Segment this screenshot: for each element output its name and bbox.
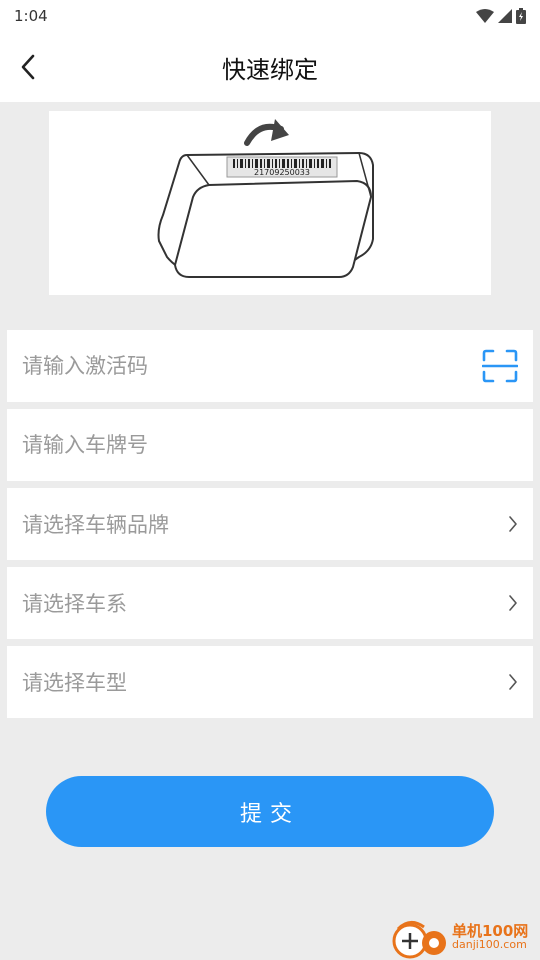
wifi-icon — [476, 9, 494, 23]
obd-device-image: 21709250033 — [157, 119, 374, 278]
status-icons — [476, 8, 526, 24]
scan-frame-icon — [482, 349, 518, 383]
series-select-row[interactable]: 请选择车系 — [7, 567, 533, 639]
brand-select-row[interactable]: 请选择车辆品牌 — [7, 488, 533, 560]
page-title: 快速绑定 — [222, 55, 318, 84]
signal-icon — [498, 9, 512, 23]
scan-button[interactable] — [482, 349, 518, 383]
back-button[interactable] — [10, 49, 46, 85]
chevron-right-icon — [509, 595, 517, 611]
plate-number-input[interactable] — [22, 409, 518, 481]
model-select-row[interactable]: 请选择车型 — [7, 646, 533, 718]
status-time: 1:04 — [14, 7, 48, 25]
status-bar: 1:04 — [0, 0, 540, 32]
chevron-right-icon — [509, 516, 517, 532]
battery-icon — [516, 8, 526, 24]
series-select-label: 请选择车系 — [22, 592, 127, 616]
model-select-label: 请选择车型 — [22, 671, 127, 695]
chevron-left-icon — [21, 54, 35, 80]
nav-bar: 快速绑定 — [0, 32, 540, 102]
plate-number-row — [7, 409, 533, 481]
watermark-url: danji100.com — [452, 938, 527, 952]
watermark-logo-icon — [392, 921, 446, 959]
watermark-title: 单机100网 — [452, 921, 529, 940]
submit-button[interactable]: 提交 — [46, 776, 494, 847]
activation-code-input[interactable] — [22, 330, 482, 402]
brand-select-label: 请选择车辆品牌 — [22, 513, 169, 537]
activation-code-row — [7, 330, 533, 402]
chevron-right-icon — [509, 674, 517, 690]
barcode-number: 21709250033 — [254, 168, 310, 177]
watermark: 单机100网 danji100.com — [390, 914, 540, 960]
device-illustration: 21709250033 — [49, 111, 491, 295]
